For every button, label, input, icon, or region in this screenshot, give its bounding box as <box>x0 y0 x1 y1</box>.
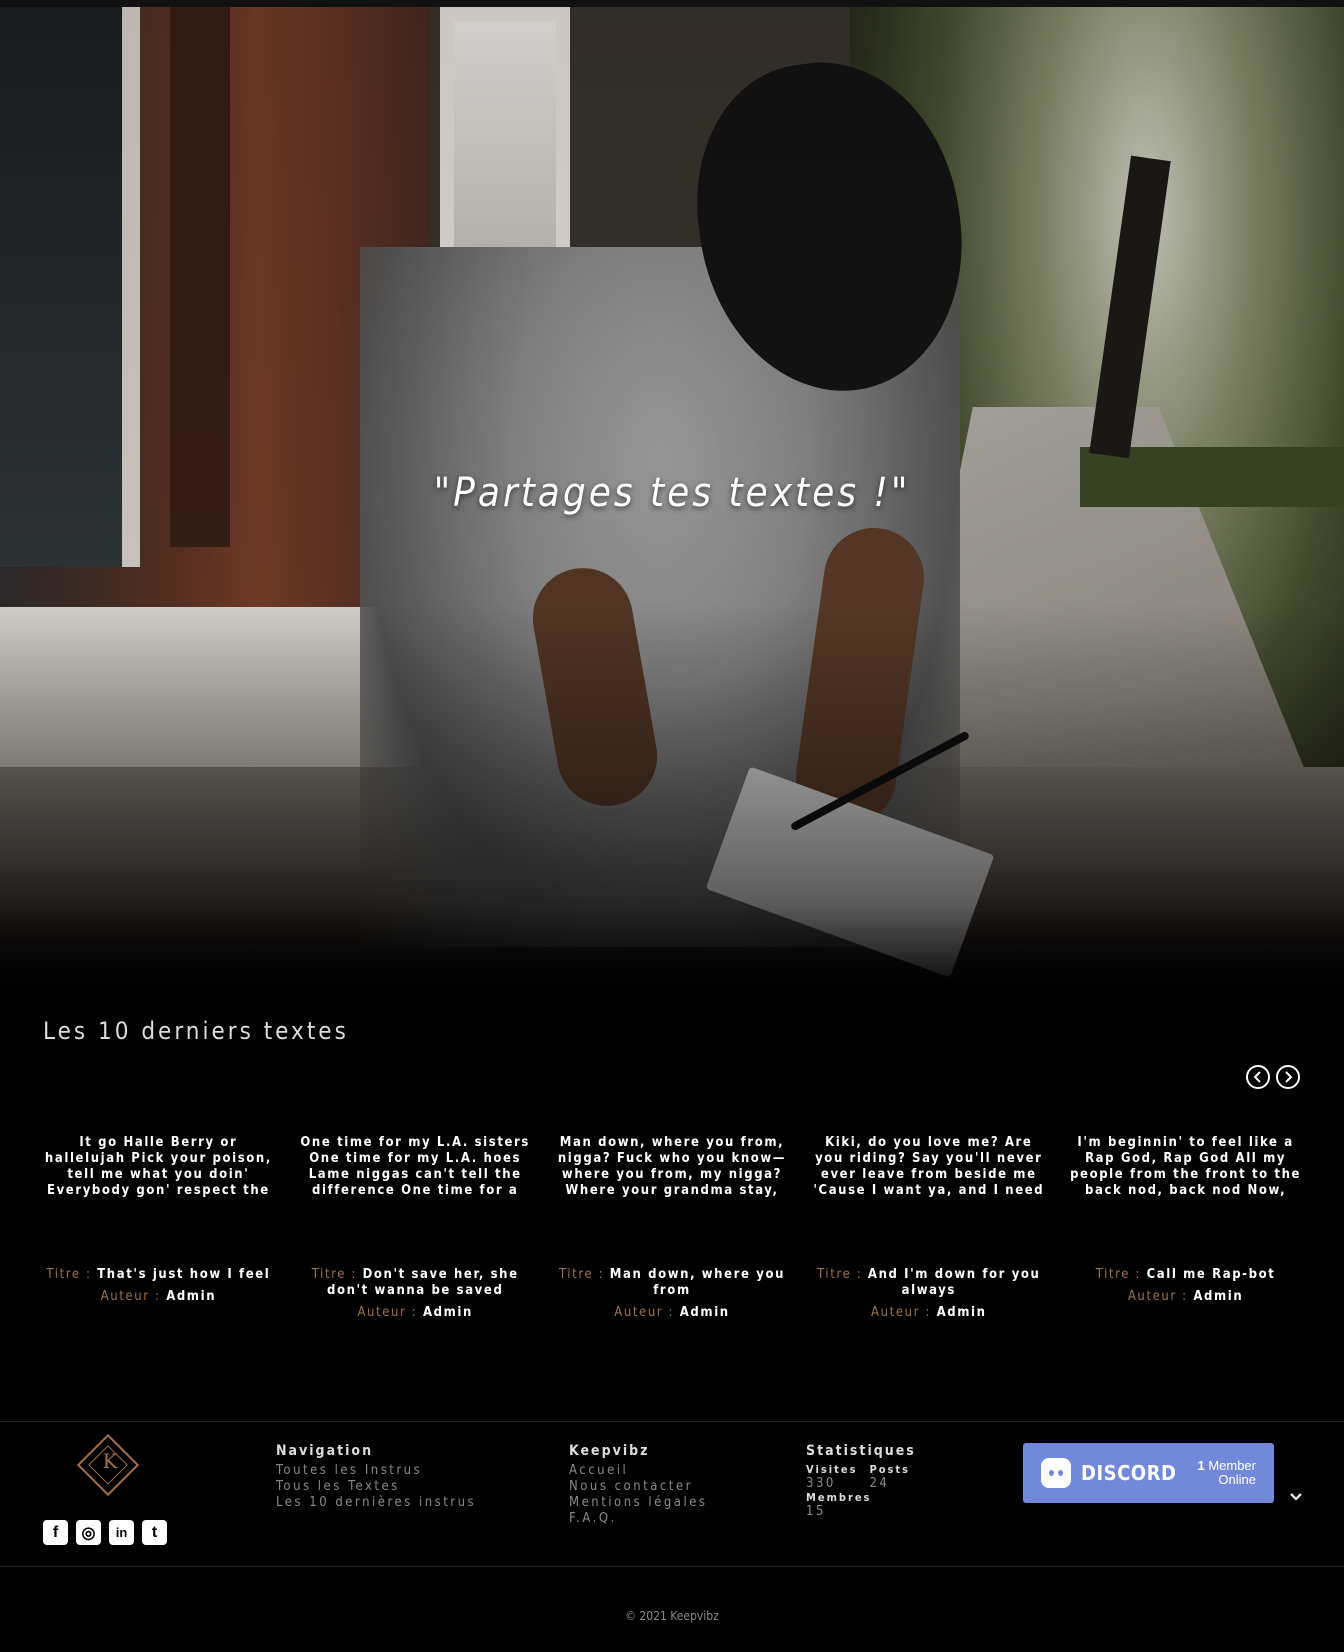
card-lyrics: One time for my L.A. sisters One time fo… <box>300 1135 530 1198</box>
chevron-down-icon[interactable] <box>1289 1490 1303 1504</box>
card-lyrics: Kiki, do you love me? Are you riding? Sa… <box>813 1135 1045 1198</box>
footer-stats: Statistiques Visites 330 Posts 24 Membre… <box>806 1443 916 1519</box>
footer-stats-title: Statistiques <box>806 1443 916 1459</box>
footer-bottom-divider <box>0 1566 1344 1567</box>
stat-posts-value: 24 <box>869 1476 890 1491</box>
discord-online-count: 1 <box>1197 1458 1205 1473</box>
card-title: Man down, where you from <box>609 1267 786 1298</box>
footer-keepvibz-title: Keepvibz <box>569 1443 650 1459</box>
twitter-icon[interactable]: t <box>142 1520 167 1545</box>
card-author-label: Auteur : <box>357 1305 418 1320</box>
card-lyrics: I'm beginnin' to feel like a Rap God, Ra… <box>1070 1135 1302 1198</box>
card-lyrics: Man down, where you from, nigga? Fuck wh… <box>557 1135 787 1198</box>
carousel-controls <box>1246 1065 1300 1089</box>
footer-navigation-title: Navigation <box>276 1443 374 1459</box>
footer-link-all-texts[interactable]: Tous les Textes <box>276 1479 476 1495</box>
discord-online: 1 Member Online <box>1197 1459 1256 1487</box>
stat-visits-label: Visites <box>806 1463 858 1476</box>
discord-online-label: Member <box>1208 1458 1256 1473</box>
card-author: Admin <box>166 1289 217 1304</box>
footer-link-home[interactable]: Accueil <box>569 1463 708 1479</box>
card-meta: Titre : Don't save her, she don't wanna … <box>297 1267 534 1321</box>
card-lyrics: It go Halle Berry or hallelujah Pick you… <box>44 1135 272 1198</box>
text-card[interactable]: Man down, where you from, nigga? Fuck wh… <box>554 1135 791 1327</box>
carousel-next-button[interactable] <box>1276 1065 1300 1089</box>
card-title: And I'm down for you always <box>867 1267 1041 1298</box>
card-author: Admin <box>1193 1289 1244 1304</box>
footer-link-all-instrus[interactable]: Toutes les Instrus <box>276 1463 476 1479</box>
text-card[interactable]: One time for my L.A. sisters One time fo… <box>297 1135 534 1327</box>
card-meta: Titre : And I'm down for you always Aute… <box>810 1267 1047 1321</box>
discord-icon <box>1041 1458 1071 1488</box>
linkedin-icon[interactable]: in <box>109 1520 134 1545</box>
footer-keepvibz: Keepvibz Accueil Nous contacter Mentions… <box>569 1443 708 1527</box>
social-links: f ◎ in t <box>43 1520 167 1545</box>
facebook-icon[interactable]: f <box>43 1520 68 1545</box>
discord-widget[interactable]: DISCORD 1 Member Online <box>1023 1443 1274 1503</box>
card-title: Call me Rap-bot <box>1146 1267 1276 1282</box>
footer-divider <box>0 1421 1344 1422</box>
card-title: That's just how I feel <box>97 1267 271 1282</box>
card-title-label: Titre : <box>1095 1267 1141 1282</box>
footer-link-faq[interactable]: F.A.Q. <box>569 1511 708 1527</box>
card-title-label: Titre : <box>558 1267 605 1282</box>
card-meta: Titre : Call me Rap-bot Auteur : Admin <box>1067 1267 1304 1305</box>
card-author: Admin <box>936 1305 987 1320</box>
card-meta: Titre : That's just how I feel Auteur : … <box>40 1267 277 1305</box>
hero-tagline: "Partages tes textes !" <box>433 470 911 516</box>
footer-link-legal[interactable]: Mentions légales <box>569 1495 708 1511</box>
card-title-label: Titre : <box>817 1267 863 1282</box>
chevron-right-icon <box>1285 1071 1293 1083</box>
card-author-label: Auteur : <box>1127 1289 1188 1304</box>
text-card[interactable]: It go Halle Berry or hallelujah Pick you… <box>40 1135 277 1327</box>
carousel-prev-button[interactable] <box>1246 1065 1270 1089</box>
chevron-left-icon <box>1253 1071 1261 1083</box>
stat-members-label: Membres <box>806 1491 872 1504</box>
stat-members-value: 15 <box>806 1504 826 1519</box>
discord-online-status: Online <box>1218 1472 1256 1487</box>
footer-link-contact[interactable]: Nous contacter <box>569 1479 708 1495</box>
top-bar <box>0 0 1344 7</box>
card-author-label: Auteur : <box>100 1289 161 1304</box>
card-author: Admin <box>679 1305 730 1320</box>
stat-posts-label: Posts <box>869 1463 911 1476</box>
card-title-label: Titre : <box>311 1267 357 1282</box>
text-card[interactable]: I'm beginnin' to feel like a Rap God, Ra… <box>1067 1135 1304 1327</box>
card-title-label: Titre : <box>46 1267 92 1282</box>
card-author-label: Auteur : <box>614 1305 675 1320</box>
card-author-label: Auteur : <box>871 1305 931 1320</box>
footer-link-last-instrus[interactable]: Les 10 dernières instrus <box>276 1495 476 1511</box>
card-meta: Titre : Man down, where you from Auteur … <box>554 1267 791 1321</box>
stat-visits-value: 330 <box>806 1476 836 1491</box>
instagram-icon[interactable]: ◎ <box>76 1520 101 1545</box>
footer-navigation: Navigation Toutes les Instrus Tous les T… <box>276 1443 476 1511</box>
site-logo-letter: K <box>102 1449 118 1473</box>
card-author: Admin <box>422 1305 473 1320</box>
discord-name: DISCORD <box>1081 1461 1177 1485</box>
text-carousel: It go Halle Berry or hallelujah Pick you… <box>40 1135 1304 1327</box>
copyright: © 2021 Keepvibz <box>625 1609 719 1623</box>
section-title: Les 10 derniers textes <box>43 1017 349 1045</box>
text-card[interactable]: Kiki, do you love me? Are you riding? Sa… <box>810 1135 1047 1327</box>
